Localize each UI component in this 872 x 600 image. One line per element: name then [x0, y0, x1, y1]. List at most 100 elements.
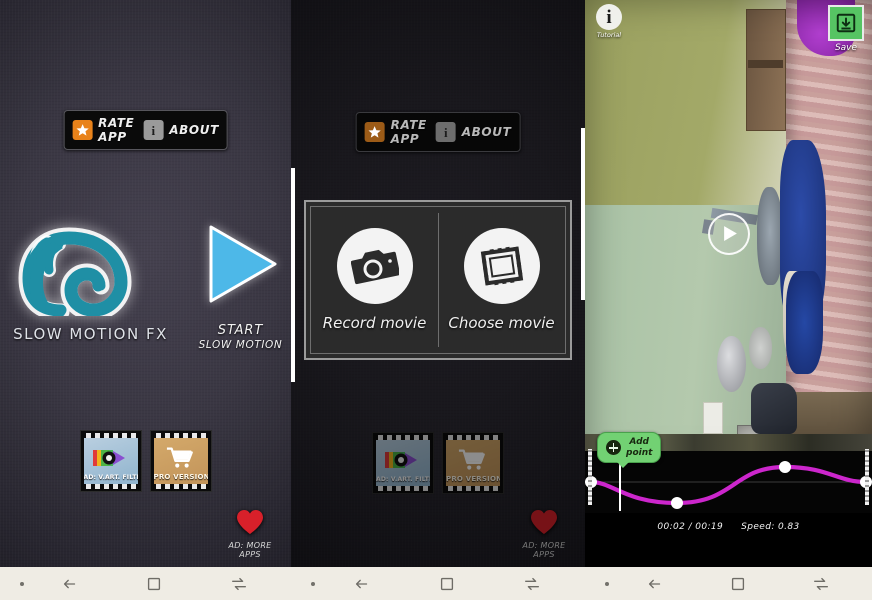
scrollbar-left[interactable] — [291, 168, 295, 382]
ad-pro-version-button[interactable]: PRO VERSION — [442, 432, 504, 494]
film-perforation-bottom — [376, 486, 430, 491]
film-frame-icon — [463, 228, 540, 304]
about-label: ABOUT — [169, 123, 219, 137]
ad-art-filters-caption: AD: V.ART. FILTERS — [83, 474, 138, 481]
start-label: START SLOW MOTION — [199, 323, 283, 352]
choose-movie-label: Choose movie — [448, 314, 555, 332]
status-row: 00:02 / 00:19 Speed: 0.83 — [585, 522, 872, 532]
app-logo-block: SLOW MOTION FX — [5, 216, 177, 343]
info-icon: i — [435, 122, 456, 142]
recent-apps-icon[interactable] — [229, 574, 249, 594]
shopping-cart-icon — [166, 447, 193, 468]
about-button[interactable]: i ABOUT — [143, 120, 219, 140]
screen1-nav-items — [24, 574, 291, 594]
film-perforation-bottom — [84, 484, 138, 489]
recent-apps-icon[interactable] — [522, 574, 542, 594]
more-apps-button[interactable]: AD: MORE APPS — [513, 509, 575, 559]
video-play-button[interactable] — [707, 212, 750, 255]
rate-app-label: RATE APP — [390, 118, 427, 146]
more-apps-label: AD: MORE APPS — [228, 541, 271, 559]
source-choice-inner: Record movie Choose movie — [310, 206, 566, 354]
screen2-app-area: RATE APP i ABOUT Record movie Choose mov… — [291, 0, 585, 567]
ad-art-filters-button[interactable]: AD: V.ART. FILTERS — [372, 432, 434, 494]
tutorial-label: Tutorial — [596, 31, 622, 39]
start-line2: SLOW MOTION — [198, 339, 283, 352]
play-icon — [723, 226, 737, 241]
home-square-icon[interactable] — [144, 574, 164, 594]
curve-point-1 — [671, 497, 683, 509]
recent-apps-icon[interactable] — [811, 574, 831, 594]
about-label: ABOUT — [461, 125, 512, 139]
save-download-icon — [828, 5, 864, 41]
home-square-icon[interactable] — [728, 574, 748, 594]
art-filters-icon — [383, 448, 423, 472]
ad-art-filters-thumb: AD: V.ART. FILTERS — [376, 440, 430, 486]
screen2-nav-items — [315, 574, 585, 594]
ad-pro-version-thumb: PRO VERSION — [446, 440, 500, 486]
about-button[interactable]: i ABOUT — [435, 122, 512, 142]
heart-icon — [530, 509, 558, 540]
add-point-line2: point — [626, 447, 653, 458]
screen3-app-area: i Tutorial Save Add point 00:02 / 00:19 … — [585, 0, 872, 567]
star-icon — [72, 120, 93, 140]
rate-app-label: RATE APP — [98, 116, 135, 144]
video-preview[interactable]: i Tutorial Save — [585, 0, 872, 467]
ad-art-filters-thumb: AD: V.ART. FILTERS — [83, 438, 138, 484]
scene-shelf — [745, 9, 786, 131]
screen1-app-area: RATE APP i ABOUT SLOW MOTION FX START SL… — [0, 0, 291, 567]
start-slow-motion-button[interactable]: START SLOW MOTION — [195, 216, 287, 352]
more-apps-button[interactable]: AD: MORE APPS — [219, 509, 281, 559]
record-movie-label: Record movie — [322, 314, 427, 332]
scene-small-pillow — [748, 326, 772, 369]
screen-video-editor: i Tutorial Save Add point 00:02 / 00:19 … — [585, 0, 872, 600]
info-icon: i — [596, 4, 622, 30]
play-triangle-icon — [203, 222, 279, 311]
speed-curve-path — [588, 464, 869, 506]
plus-icon — [606, 440, 621, 456]
more-apps-label: AD: MORE APPS — [522, 541, 565, 559]
add-point-label: Add point — [626, 437, 652, 458]
save-label: Save — [834, 43, 858, 53]
ad-art-filters-caption: AD: V.ART. FILTERS — [376, 476, 430, 483]
screen1-topbar: RATE APP i ABOUT — [63, 110, 228, 150]
shopping-cart-icon — [458, 449, 485, 470]
scrollbar-right[interactable] — [581, 128, 585, 300]
rate-app-button[interactable]: RATE APP — [364, 118, 427, 146]
bubble-tail — [617, 462, 629, 468]
screen2-ad-row: AD: V.ART. FILTERS PRO VERSION — [291, 432, 585, 494]
record-movie-button[interactable]: Record movie — [311, 207, 438, 353]
source-choice-dialog: Record movie Choose movie — [304, 200, 572, 360]
ad-pro-version-thumb: PRO VERSION — [153, 438, 208, 484]
choose-movie-button[interactable]: Choose movie — [438, 207, 565, 353]
speed-readout: Speed: 0.83 — [741, 522, 800, 532]
ad-art-filters-button[interactable]: AD: V.ART. FILTERS — [79, 430, 142, 492]
start-line1: START — [217, 323, 264, 338]
three-phone-screenshots: RATE APP i ABOUT SLOW MOTION FX START SL… — [0, 0, 872, 600]
heart-icon — [236, 509, 264, 540]
scene-wall-socket — [702, 401, 723, 435]
more-apps-line1: AD: MORE — [228, 540, 272, 550]
art-filters-icon — [91, 446, 131, 470]
trim-handle-left[interactable] — [588, 449, 592, 505]
screen1-navbar — [0, 567, 291, 600]
home-square-icon[interactable] — [437, 574, 457, 594]
ad-pro-version-caption: PRO VERSION — [446, 475, 500, 483]
scene-dark-bag — [751, 382, 798, 435]
more-apps-line2: APPS — [239, 549, 261, 559]
add-point-button[interactable]: Add point — [597, 432, 662, 468]
screen3-navbar — [585, 567, 872, 600]
back-arrow-icon[interactable] — [645, 574, 665, 594]
film-perforation-bottom — [446, 486, 500, 491]
ad-pro-version-button[interactable]: PRO VERSION — [149, 430, 212, 492]
rate-app-button[interactable]: RATE APP — [72, 116, 134, 144]
back-arrow-icon[interactable] — [60, 574, 80, 594]
tutorial-button[interactable]: i Tutorial — [592, 4, 626, 39]
snail-icon — [17, 216, 165, 321]
camera-icon — [336, 228, 413, 304]
back-arrow-icon[interactable] — [352, 574, 372, 594]
save-button[interactable]: Save — [826, 5, 866, 53]
ad-pro-version-caption: PRO VERSION — [153, 473, 208, 481]
scene-clothes-pile-2 — [785, 270, 824, 374]
trim-handle-right[interactable] — [865, 449, 869, 505]
logo-and-start-row: SLOW MOTION FX START SLOW MOTION — [0, 216, 291, 352]
